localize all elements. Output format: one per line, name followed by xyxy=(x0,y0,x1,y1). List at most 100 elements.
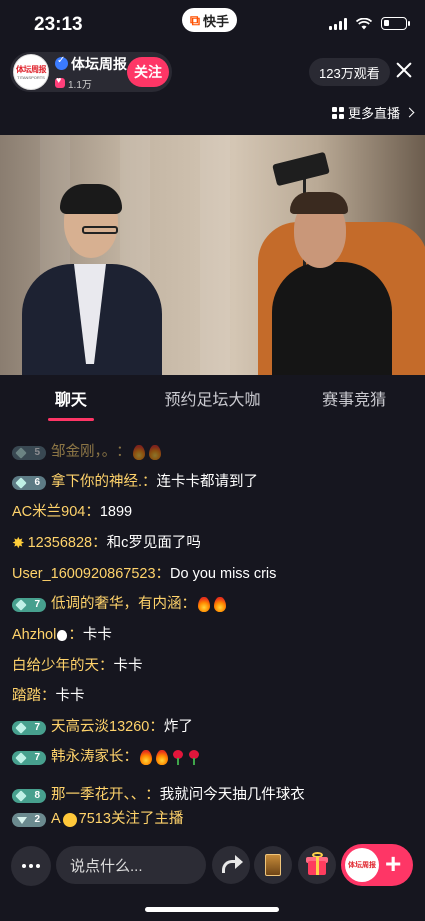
chevron-right-icon xyxy=(404,107,415,118)
anchor-logo-text: 体坛周报 xyxy=(16,65,47,74)
close-icon[interactable] xyxy=(392,58,416,84)
level-badge: 7 xyxy=(12,750,46,765)
anchor-likes-row: 1.1万 xyxy=(55,75,127,91)
chat-username[interactable]: 踏踏 xyxy=(12,688,41,705)
chat-input[interactable]: 说点什么... xyxy=(56,846,206,884)
chat-message: ✸ 12356828 ： 和c罗见面了吗 xyxy=(12,535,201,552)
fire-emoji-icon xyxy=(214,597,226,613)
more-live-label: 更多直播 xyxy=(347,106,400,121)
chat-content: 1899 xyxy=(99,504,133,520)
tab-match-guess[interactable]: 赛事竞猜 xyxy=(283,375,425,421)
chat-username[interactable]: User_1600920867523 xyxy=(12,566,156,583)
battery-icon xyxy=(381,17,410,30)
chat-message: 7 韩永涛家长 ： xyxy=(12,749,202,766)
level-badge: 5 xyxy=(12,445,46,460)
chat-content: 和c罗见面了吗 xyxy=(106,535,201,552)
chat-content: 卡卡 xyxy=(113,658,143,674)
fire-emoji-icon xyxy=(156,750,168,766)
anchor-info: 体坛周报 1.1万 xyxy=(55,54,127,91)
chat-message: 6 拿下你的神经. ： 连卡卡都请到了 xyxy=(12,474,258,491)
chat-message: AC米兰904 ： 1899 xyxy=(12,504,133,521)
tab-reserve-legends[interactable]: 预约足坛大咖 xyxy=(142,375,284,421)
chat-message: 7 天高云淡13260 ： 炸了 xyxy=(12,719,193,736)
wifi-icon xyxy=(356,17,372,29)
bottom-bar: 说点什么... 体坛周报 + xyxy=(0,840,425,890)
signal-icon xyxy=(329,17,347,30)
status-bar: 23:13 ⧉ 快手 xyxy=(0,0,425,50)
level-badge: 8 xyxy=(12,788,46,803)
fire-emoji-icon xyxy=(148,445,161,461)
status-icons xyxy=(329,17,410,30)
chat-username[interactable]: 那一季花开、、 xyxy=(51,787,145,804)
kuaishou-logo-icon: ⧉ xyxy=(190,11,200,28)
viewer-count[interactable]: 123万观看 xyxy=(309,58,390,86)
tab-bar: 聊天 预约足坛大咖 赛事竞猜 xyxy=(0,375,425,421)
chat-username[interactable]: 拿下你的神经. xyxy=(51,474,142,491)
chat-message: 8 那一季花开、、 ： 我就问今天抽几件球衣 xyxy=(12,787,305,804)
app-name: 快手 xyxy=(203,13,230,29)
curtain-fold xyxy=(200,135,230,375)
chat-username[interactable]: Ahzhol xyxy=(12,627,56,644)
kuaishou-app-pill[interactable]: ⧉ 快手 xyxy=(182,8,238,32)
fire-emoji-icon xyxy=(132,445,145,461)
anchor-follow-button[interactable]: 体坛周报 + xyxy=(341,844,413,886)
live-video[interactable] xyxy=(0,135,425,375)
anchor-name-row: 体坛周报 xyxy=(55,54,127,74)
apple-icon xyxy=(57,630,68,642)
chat-content: 连卡卡都请到了 xyxy=(156,474,259,490)
rose-emoji-icon xyxy=(172,750,184,766)
verified-icon xyxy=(55,55,68,70)
notice-username-suffix[interactable]: 7513 xyxy=(79,811,111,828)
rose-emoji-icon xyxy=(188,750,200,766)
anchor-logo-subtext: TITANSPORTS xyxy=(17,75,45,80)
lamp xyxy=(272,151,330,187)
anchor-avatar[interactable]: 体坛周报 TITANSPORTS xyxy=(13,54,49,90)
chat-content: 我就问今天抽几件球衣 xyxy=(159,787,305,803)
host-glasses xyxy=(82,226,118,234)
chat-message: 白给少年的天 ： 卡卡 xyxy=(12,658,143,675)
anchor-mini-avatar: 体坛周报 xyxy=(345,848,379,882)
chat-username[interactable]: 低调的奢华，有内涵 xyxy=(51,596,182,613)
share-arrow-icon[interactable] xyxy=(212,846,250,884)
chat-message: 5 邹金刚，。 ： xyxy=(12,444,163,461)
fire-emoji-icon xyxy=(140,750,152,766)
level-badge: 7 xyxy=(12,720,46,735)
more-live-button[interactable]: 更多直播 xyxy=(331,103,415,122)
guest-hair xyxy=(290,192,348,214)
anchor-card[interactable]: 体坛周报 TITANSPORTS 体坛周报 1.1万 关注 xyxy=(10,52,172,92)
follow-notice: 2 A 7513 关注了主播 xyxy=(12,811,183,828)
chat-message: 7 低调的奢华，有内涵 ： xyxy=(12,596,228,613)
follow-button[interactable]: 关注 xyxy=(127,57,169,87)
chat-message: 踏踏 ： 卡卡 xyxy=(12,688,85,705)
more-dots-icon[interactable] xyxy=(11,846,51,886)
tab-chat[interactable]: 聊天 xyxy=(0,375,142,421)
chat-content: 卡卡 xyxy=(55,688,85,704)
level-badge: 7 xyxy=(12,597,46,612)
laugh-emoji-icon xyxy=(62,812,77,827)
star-emoji-icon: ✸ xyxy=(12,535,25,552)
anchor-likes: 1.1万 xyxy=(68,79,92,91)
heart-icon xyxy=(55,75,65,88)
gift-icon[interactable] xyxy=(298,846,336,884)
card-icon[interactable] xyxy=(254,846,292,884)
chat-message: Ahzhol ： 卡卡 xyxy=(12,627,112,644)
chat-username[interactable]: 邹金刚，。 xyxy=(51,444,116,461)
level-badge: 6 xyxy=(12,475,46,490)
chat-username[interactable]: 天高云淡13260 xyxy=(51,719,149,736)
plus-icon: + xyxy=(385,848,402,879)
chat-username[interactable]: AC米兰904 xyxy=(12,504,85,521)
chat-message: User_1600920867523 ： Do you miss cris xyxy=(12,566,277,583)
home-indicator[interactable] xyxy=(145,907,279,912)
chat-username[interactable]: 韩永涛家长 xyxy=(51,749,124,766)
grid-icon xyxy=(331,106,344,119)
status-time: 23:13 xyxy=(34,14,83,35)
chat-content: 炸了 xyxy=(163,719,193,735)
level-badge: 2 xyxy=(12,812,46,827)
chat-content: Do you miss cris xyxy=(170,566,277,582)
host-hair xyxy=(60,184,122,214)
chat-username[interactable]: 白给少年的天 xyxy=(12,658,99,675)
chat-username[interactable]: 12356828 xyxy=(28,535,93,552)
chat-content: 卡卡 xyxy=(82,627,112,643)
fire-emoji-icon xyxy=(198,597,210,613)
notice-username-prefix[interactable]: A xyxy=(51,811,61,828)
